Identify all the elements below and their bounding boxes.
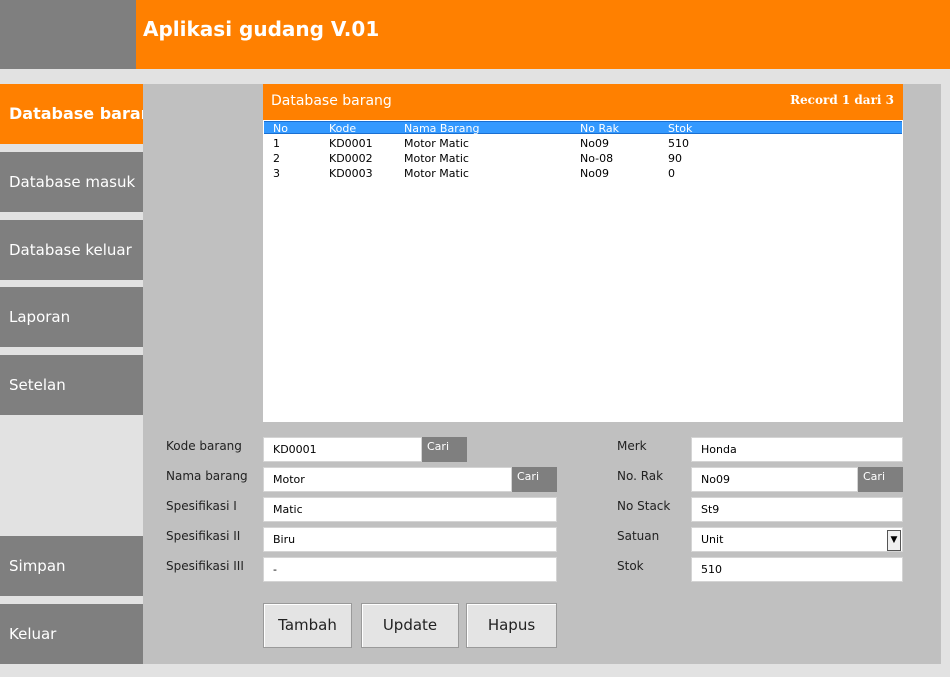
cell-kode: KD0003 [329,167,373,180]
table-row[interactable]: 1 KD0001 Motor Matic No09 510 [264,136,902,151]
stok-label: Stok [617,559,644,573]
column-header-nama-barang[interactable]: Nama Barang [404,122,479,135]
nav-item-laporan[interactable]: Laporan [0,287,143,347]
cell-stok: 510 [668,137,689,150]
spesifikasi-3-label: Spesifikasi III [166,559,244,573]
satuan-label: Satuan [617,529,660,543]
satuan-selected-value: Unit [701,533,724,546]
spesifikasi-2-field[interactable]: Biru [263,527,557,552]
merk-label: Merk [617,439,647,453]
cell-stok: 0 [668,167,675,180]
stok-field[interactable]: 510 [691,557,903,582]
merk-field[interactable]: Honda [691,437,903,462]
cell-no-rak: No09 [580,167,609,180]
spesifikasi-3-field[interactable]: - [263,557,557,582]
keluar-button[interactable]: Keluar [0,604,143,664]
kode-barang-field[interactable]: KD0001 [263,437,422,462]
chevron-down-icon[interactable]: ▼ [887,530,901,551]
nav-item-database-masuk[interactable]: Database masuk [0,152,143,212]
nav-item-database-keluar[interactable]: Database keluar [0,220,143,280]
cell-no: 3 [273,167,280,180]
database-table: Database barang Record 1 dari 3 No Kode … [263,84,903,422]
cell-nama-barang: Motor Matic [404,167,469,180]
cell-kode: KD0001 [329,137,373,150]
spesifikasi-1-label: Spesifikasi I [166,499,237,513]
cell-no: 2 [273,152,280,165]
column-header-stok[interactable]: Stok [668,122,692,135]
hapus-button[interactable]: Hapus [466,603,557,648]
satuan-select[interactable]: Unit ▼ [691,527,903,552]
record-info: Record 1 dari 3 [790,93,894,107]
nama-barang-field[interactable]: Motor [263,467,512,492]
no-rak-label: No. Rak [617,469,664,483]
no-rak-field[interactable]: No09 [691,467,858,492]
table-title: Database barang [271,93,392,109]
kode-barang-label: Kode barang [166,439,242,453]
header-left-block [0,0,136,69]
app-title: Aplikasi gudang V.01 [143,17,380,41]
cari-nama-barang-button[interactable]: Cari [512,467,557,492]
table-row[interactable]: 2 KD0002 Motor Matic No-08 90 [264,151,902,166]
no-stack-label: No Stack [617,499,671,513]
no-stack-field[interactable]: St9 [691,497,903,522]
cell-nama-barang: Motor Matic [404,137,469,150]
column-header-no[interactable]: No [273,122,288,135]
nav-item-database-barang[interactable]: Database barang [0,84,164,144]
cell-no-rak: No-08 [580,152,614,165]
cell-kode: KD0002 [329,152,373,165]
spesifikasi-2-label: Spesifikasi II [166,529,241,543]
cell-no: 1 [273,137,280,150]
cari-no-rak-button[interactable]: Cari [858,467,903,492]
simpan-button[interactable]: Simpan [0,536,143,596]
cell-no-rak: No09 [580,137,609,150]
tambah-button[interactable]: Tambah [263,603,352,648]
nama-barang-label: Nama barang [166,469,248,483]
nav-item-setelan[interactable]: Setelan [0,355,143,415]
table-row[interactable]: 3 KD0003 Motor Matic No09 0 [264,166,902,181]
cell-stok: 90 [668,152,682,165]
table-column-header-row[interactable]: No Kode Nama Barang No Rak Stok [264,121,902,135]
column-header-no-rak[interactable]: No Rak [580,122,619,135]
cari-kode-barang-button[interactable]: Cari [422,437,467,462]
column-header-kode[interactable]: Kode [329,122,356,135]
update-button[interactable]: Update [361,603,459,648]
spesifikasi-1-field[interactable]: Matic [263,497,557,522]
cell-nama-barang: Motor Matic [404,152,469,165]
table-header: Database barang Record 1 dari 3 [263,84,903,120]
